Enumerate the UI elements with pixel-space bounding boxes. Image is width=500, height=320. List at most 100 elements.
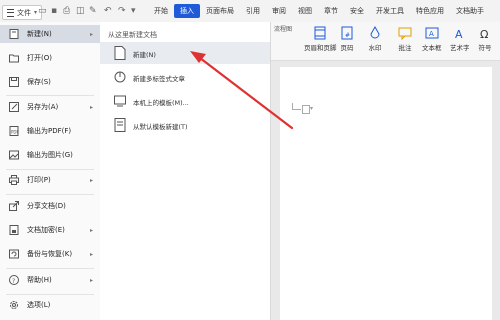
new-submenu: 从这里新建文档 新建(N) 新建多标签式文章 本机上的模板(M)... 从默认模…: [100, 22, 271, 320]
tab-review[interactable]: 审阅: [266, 0, 292, 22]
save-icon: [9, 77, 19, 87]
file-menu-item-open[interactable]: 打开(O): [0, 49, 100, 67]
textbox-button[interactable]: A 文本框: [422, 26, 442, 52]
watermark-label: 水印: [368, 44, 382, 52]
symbol-icon: Ω: [478, 26, 492, 41]
file-menu-item-new[interactable]: 新建(N) ▸: [0, 25, 100, 43]
wordart-button[interactable]: A 艺术字: [450, 26, 470, 52]
print-icon: [9, 175, 19, 185]
divider: [6, 95, 94, 96]
tab-security[interactable]: 安全: [344, 0, 370, 22]
file-menu-item-share[interactable]: 分享文档(D): [0, 197, 100, 215]
svg-text:A: A: [429, 30, 434, 38]
tab-developer[interactable]: 开发工具: [370, 0, 410, 22]
image-export-icon: [9, 150, 19, 160]
symbol-button[interactable]: Ω 符号: [478, 26, 492, 52]
file-menu-label: 分享文档(D): [27, 202, 66, 210]
ribbon: 流程图 页眉和页脚 # 页码 水印 批注 A 文本框 A 艺术字 Ω 符号: [270, 22, 500, 61]
ribbon-small-label[interactable]: 流程图: [274, 24, 292, 33]
file-menu-item-help[interactable]: ? 帮助(H) ▸: [0, 271, 100, 289]
tab-references[interactable]: 引用: [240, 0, 266, 22]
format-painter-icon[interactable]: ✎: [89, 6, 97, 16]
textbox-label: 文本框: [422, 44, 442, 52]
document-page[interactable]: ▾: [280, 67, 492, 320]
svg-text:#: #: [345, 32, 350, 39]
options-icon: [9, 300, 19, 310]
local-template-icon: [114, 94, 126, 108]
submenu-item-local-template[interactable]: 本机上的模板(M)...: [100, 90, 270, 112]
header-footer-label: 页眉和页脚: [304, 44, 337, 52]
file-menu-item-export-image[interactable]: 输出为图片(G): [0, 146, 100, 164]
margin-corner-marker: [292, 103, 301, 110]
comment-icon: [398, 26, 412, 41]
undo-icon[interactable]: ↶: [104, 6, 112, 16]
watermark-button[interactable]: 水印: [368, 25, 382, 52]
comment-button[interactable]: 批注: [398, 26, 412, 52]
hamburger-icon: [7, 8, 14, 17]
file-menu-item-save[interactable]: 保存(S): [0, 73, 100, 91]
file-menu-label: 文档加密(E): [27, 226, 65, 234]
file-menu-label: 输出为PDF(F): [27, 127, 72, 135]
file-menu-label: 保存(S): [27, 78, 51, 86]
page-number-button[interactable]: # 页码: [340, 26, 354, 52]
submenu-item-new[interactable]: 新建(N): [100, 42, 270, 64]
backup-icon: [9, 249, 19, 259]
page-number-label: 页码: [340, 44, 354, 52]
customize-icon[interactable]: ▾: [131, 6, 136, 16]
tab-doc-assistant[interactable]: 文档助手: [450, 0, 490, 22]
folder-icon[interactable]: ▭: [38, 6, 47, 16]
file-menu-item-backup[interactable]: 备份与恢复(K) ▸: [0, 245, 100, 263]
chevron-right-icon: ▸: [90, 250, 94, 258]
redo-icon[interactable]: ↷: [118, 6, 126, 16]
new-doc-icon: [9, 29, 19, 39]
file-menu-label: 帮助(H): [27, 276, 52, 284]
file-menu-label: 选项(L): [27, 301, 51, 309]
file-menu-item-export-pdf[interactable]: PDF 输出为PDF(F): [0, 122, 100, 140]
file-menu-label: 备份与恢复(K): [27, 250, 73, 258]
file-menu-label: 打印(P): [27, 176, 51, 184]
help-icon: ?: [9, 275, 19, 285]
header-footer-button[interactable]: 页眉和页脚: [304, 26, 337, 52]
file-menu-item-options[interactable]: 选项(L): [0, 296, 100, 314]
submenu-label: 从默认模板新建(T): [133, 123, 188, 131]
chevron-right-icon: ▸: [90, 176, 94, 184]
blank-doc-icon: [114, 46, 126, 60]
svg-text:A: A: [455, 28, 463, 40]
submenu-label: 新建多标签式文章: [133, 75, 185, 83]
open-folder-icon: [9, 53, 19, 63]
paste-options-icon[interactable]: [302, 105, 310, 114]
wordart-label: 艺术字: [450, 44, 470, 52]
menubar: 文件 ▾ ▭ ▪ ⎙ ◫ ✎ ↶ ↷ ▾ 开始 插入 页面布局 引用 审阅 视图…: [0, 0, 500, 23]
file-menu-item-save-as[interactable]: 另存为(A) ▸: [0, 98, 100, 116]
svg-text:?: ?: [12, 278, 15, 285]
tab-features[interactable]: 特色应用: [410, 0, 450, 22]
file-menu: 新建(N) ▸ 打开(O) 保存(S) 另存为(A) ▸ PDF 输出为PDF(…: [0, 22, 101, 320]
submenu-label: 新建(N): [133, 51, 156, 59]
file-menu-item-encrypt[interactable]: 文档加密(E) ▸: [0, 221, 100, 239]
submenu-item-default-template[interactable]: 从默认模板新建(T): [100, 114, 270, 136]
chevron-right-icon: ▸: [90, 30, 94, 38]
share-icon: [9, 201, 19, 211]
textbox-icon: A: [425, 26, 439, 40]
tab-view[interactable]: 视图: [292, 0, 318, 22]
tab-section[interactable]: 章节: [318, 0, 344, 22]
save-quick-icon[interactable]: ▪: [51, 6, 57, 16]
tab-home[interactable]: 开始: [148, 0, 174, 22]
default-template-icon: [114, 118, 126, 132]
tab-page-layout[interactable]: 页面布局: [200, 0, 240, 22]
preview-icon[interactable]: ◫: [76, 6, 85, 16]
file-menu-label: 另存为(A): [27, 103, 59, 111]
encrypt-icon: [9, 225, 19, 235]
save-as-icon: [9, 102, 19, 112]
file-menu-label: 新建(N): [27, 30, 52, 38]
file-menu-button[interactable]: 文件 ▾: [2, 5, 43, 20]
submenu-label: 本机上的模板(M)...: [133, 99, 189, 107]
tab-insert[interactable]: 插入: [174, 4, 200, 18]
chevron-down-icon[interactable]: ▾: [310, 105, 313, 112]
watermark-icon: [368, 25, 382, 40]
print-quick-icon[interactable]: ⎙: [63, 6, 70, 16]
file-menu-item-print[interactable]: 打印(P) ▸: [0, 171, 100, 189]
file-menu-label: 输出为图片(G): [27, 151, 73, 159]
submenu-item-multi-tab[interactable]: 新建多标签式文章: [100, 66, 270, 88]
submenu-title: 从这里新建文档: [108, 31, 157, 39]
